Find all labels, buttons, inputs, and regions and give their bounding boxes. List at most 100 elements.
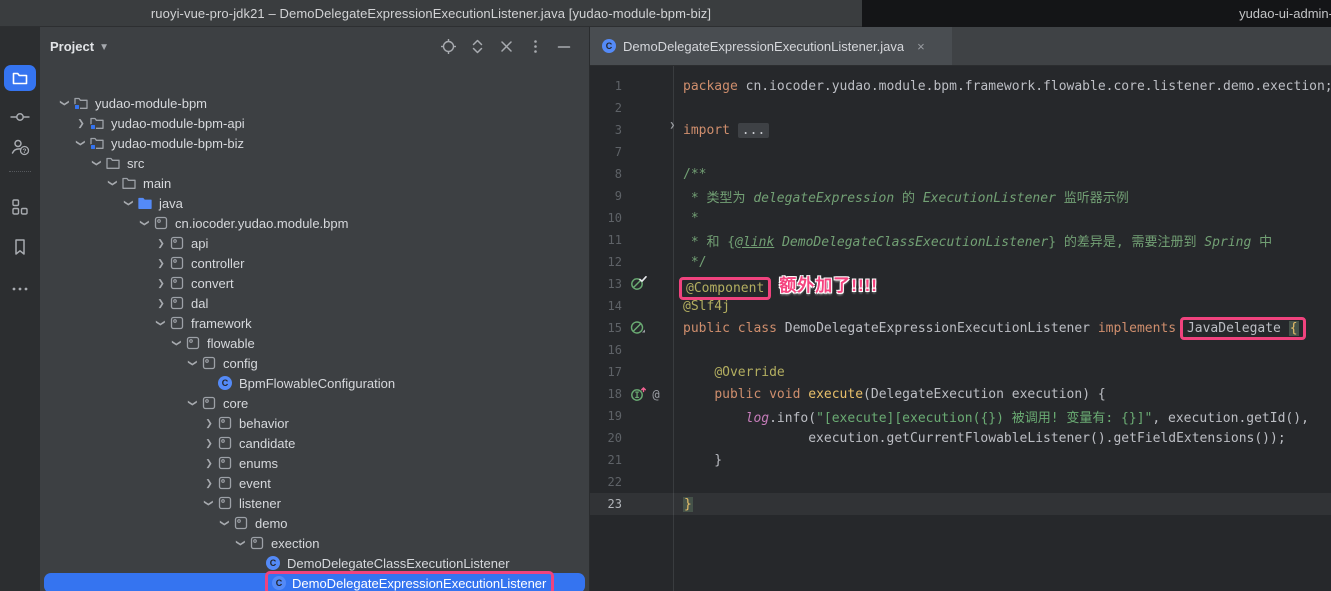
line-number[interactable]: 15 <box>590 321 624 335</box>
code-text[interactable]: public class DemoDelegateExpressionExecu… <box>683 321 1306 336</box>
fold-chevron-icon[interactable]: ❯ <box>670 121 675 131</box>
activity-bar-item-project[interactable] <box>0 64 40 92</box>
code-text[interactable]: package cn.iocoder.yudao.module.bpm.fram… <box>683 79 1331 94</box>
code-line-11[interactable]: 11 * 和 {@link DemoDelegateClassExecution… <box>590 229 1331 251</box>
line-number[interactable]: 18 <box>590 387 624 401</box>
line-number[interactable]: 12 <box>590 255 624 269</box>
tree-item-candidate[interactable]: ❯candidate <box>40 433 589 453</box>
tree-item-convert[interactable]: ❯convert <box>40 273 589 293</box>
line-number[interactable]: 16 <box>590 343 624 357</box>
activity-bar-item-bookmarks[interactable] <box>0 233 40 261</box>
line-number[interactable]: 11 <box>590 233 624 247</box>
code-text[interactable]: * 类型为 delegateExpression 的 ExecutionList… <box>683 187 1129 206</box>
tree-item-DemoDelegateExpressionExecutionListener[interactable]: CDemoDelegateExpressionExecutionListener <box>40 573 589 591</box>
code-line-22[interactable]: 22 <box>590 471 1331 493</box>
line-number[interactable]: 20 <box>590 431 624 445</box>
line-number[interactable]: 19 <box>590 409 624 423</box>
tree-item-DemoDelegateClassExecutionListener[interactable]: CDemoDelegateClassExecutionListener <box>40 553 589 573</box>
line-number[interactable]: 17 <box>590 365 624 379</box>
chevron-expanded-icon[interactable]: ❯ <box>151 315 171 331</box>
spring-gutter-icon[interactable] <box>630 320 647 335</box>
code-line-13[interactable]: 13 @Component额外加了!!!! <box>590 273 1331 295</box>
tree-item-framework[interactable]: ❯framework <box>40 313 589 333</box>
code-text[interactable]: log.info("[execute][execution({}) 被调用! 变… <box>683 407 1309 426</box>
line-number[interactable]: 2 <box>590 101 624 115</box>
chevron-collapsed-icon[interactable]: ❯ <box>201 453 217 473</box>
code-line-12[interactable]: 12 */ <box>590 251 1331 273</box>
chevron-expanded-icon[interactable]: ❯ <box>55 95 75 111</box>
code-text[interactable]: @Component额外加了!!!! <box>683 272 878 297</box>
line-number[interactable]: 14 <box>590 299 624 313</box>
code-line-1[interactable]: 1package cn.iocoder.yudao.module.bpm.fra… <box>590 75 1331 97</box>
chevron-collapsed-icon[interactable]: ❯ <box>153 253 169 273</box>
code-line-23[interactable]: 23} <box>590 493 1331 515</box>
chevron-collapsed-icon[interactable]: ❯ <box>153 293 169 313</box>
activity-bar-item-structure[interactable] <box>0 193 40 221</box>
code-text[interactable]: } <box>683 453 722 468</box>
chevron-expanded-icon[interactable]: ❯ <box>199 495 219 511</box>
tree-item-flowable[interactable]: ❯flowable <box>40 333 589 353</box>
line-number[interactable]: 3 <box>590 123 624 137</box>
tree-item-dal[interactable]: ❯dal <box>40 293 589 313</box>
chevron-collapsed-icon[interactable]: ❯ <box>201 433 217 453</box>
chevron-expanded-icon[interactable]: ❯ <box>215 515 235 531</box>
code-line-21[interactable]: 21 } <box>590 449 1331 471</box>
tree-item-BpmFlowableConfiguration[interactable]: CBpmFlowableConfiguration <box>40 373 589 393</box>
code-text[interactable]: } <box>683 497 693 512</box>
code-text[interactable]: import ... <box>683 123 769 138</box>
chevron-collapsed-icon[interactable]: ❯ <box>201 413 217 433</box>
code-text[interactable]: * 和 {@link DemoDelegateClassExecutionLis… <box>683 231 1272 250</box>
code-line-15[interactable]: 15 public class DemoDelegateExpressionExe… <box>590 317 1331 339</box>
code-line-3[interactable]: 3 ❯ import ... <box>590 119 1331 141</box>
chevron-expanded-icon[interactable]: ❯ <box>119 195 139 211</box>
line-number[interactable]: 22 <box>590 475 624 489</box>
chevron-expanded-icon[interactable]: ❯ <box>167 335 187 351</box>
code-line-16[interactable]: 16 <box>590 339 1331 361</box>
code-line-10[interactable]: 10 * <box>590 207 1331 229</box>
chevron-expanded-icon[interactable]: ❯ <box>87 155 107 171</box>
chevron-expanded-icon[interactable]: ❯ <box>71 135 91 151</box>
tree-item-yudao-module-bpm[interactable]: ❯yudao-module-bpm <box>40 93 589 113</box>
chevron-expanded-icon[interactable]: ❯ <box>135 215 155 231</box>
tree-item-demo[interactable]: ❯demo <box>40 513 589 533</box>
tree-item-yudao-module-bpm-biz[interactable]: ❯yudao-module-bpm-biz <box>40 133 589 153</box>
chevron-expanded-icon[interactable]: ❯ <box>103 175 123 191</box>
line-number[interactable]: 21 <box>590 453 624 467</box>
expand-all-button[interactable] <box>468 38 486 56</box>
chevron-expanded-icon[interactable]: ❯ <box>183 355 203 371</box>
override-at-gutter-icon[interactable]: I@ <box>630 386 664 402</box>
activity-bar-item-more[interactable] <box>0 275 40 303</box>
chevron-expanded-icon[interactable]: ❯ <box>231 535 251 551</box>
tree-item-core[interactable]: ❯core <box>40 393 589 413</box>
chevron-expanded-icon[interactable]: ❯ <box>183 395 203 411</box>
tree-item-yudao-module-bpm-api[interactable]: ❯yudao-module-bpm-api <box>40 113 589 133</box>
line-number[interactable]: 9 <box>590 189 624 203</box>
collapse-all-button[interactable] <box>497 38 515 56</box>
spring-check-gutter-icon[interactable] <box>630 276 647 291</box>
tree-item-exection[interactable]: ❯exection <box>40 533 589 553</box>
code-line-9[interactable]: 9 * 类型为 delegateExpression 的 ExecutionLi… <box>590 185 1331 207</box>
code-text[interactable]: */ <box>683 255 706 270</box>
code-text[interactable]: public void execute(DelegateExecution ex… <box>683 387 1106 402</box>
background-window-titlebar[interactable]: yudao-ui-admin- <box>862 0 1331 27</box>
code-line-20[interactable]: 20 execution.getCurrentFlowableListener(… <box>590 427 1331 449</box>
close-icon[interactable]: × <box>917 39 925 54</box>
line-number[interactable]: 13 <box>590 277 624 291</box>
code-line-7[interactable]: 7 <box>590 141 1331 163</box>
code-line-8[interactable]: 8/** <box>590 163 1331 185</box>
locate-opened-file-button[interactable] <box>439 38 457 56</box>
chevron-collapsed-icon[interactable]: ❯ <box>201 473 217 493</box>
chevron-collapsed-icon[interactable]: ❯ <box>153 233 169 253</box>
project-view-selector[interactable]: Project ▼ <box>50 39 109 54</box>
options-menu-button[interactable] <box>526 38 544 56</box>
activity-bar-item-pull-requests[interactable]: ? <box>0 133 40 161</box>
code-text[interactable]: @Slf4j <box>683 299 730 314</box>
line-number[interactable]: 7 <box>590 145 624 159</box>
code-line-2[interactable]: 2 <box>590 97 1331 119</box>
code-text[interactable]: @Override <box>683 365 785 380</box>
tree-item-listener[interactable]: ❯listener <box>40 493 589 513</box>
line-number[interactable]: 8 <box>590 167 624 181</box>
line-number[interactable]: 10 <box>590 211 624 225</box>
tree-item-enums[interactable]: ❯enums <box>40 453 589 473</box>
tree-item-cn.iocoder.yudao.module.bpm[interactable]: ❯cn.iocoder.yudao.module.bpm <box>40 213 589 233</box>
